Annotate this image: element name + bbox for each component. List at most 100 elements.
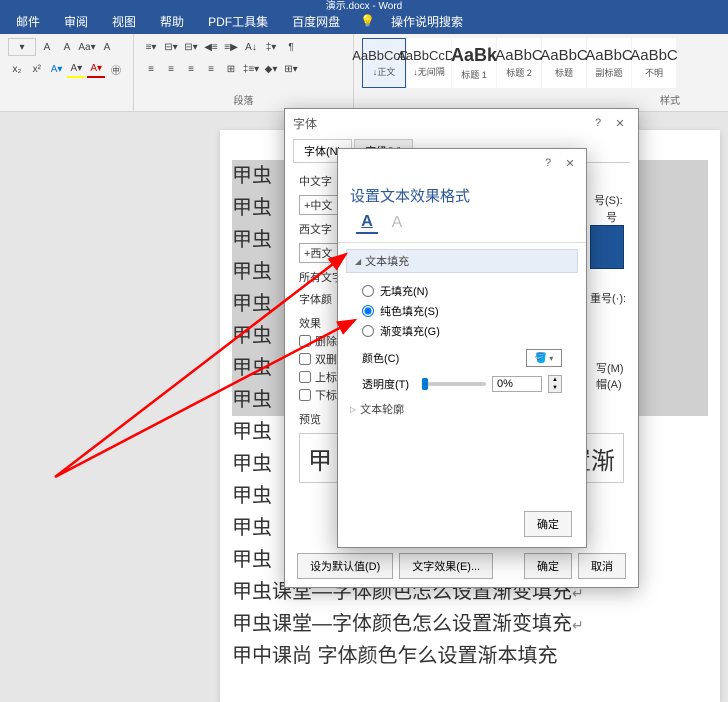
- enclose-icon[interactable]: ㊥: [107, 60, 125, 78]
- panel-help-icon[interactable]: ?: [538, 153, 558, 173]
- radio-gradient-fill[interactable]: 渐变填充(G): [362, 323, 562, 339]
- menu-pdf[interactable]: PDF工具集: [196, 9, 280, 34]
- phonetic-icon[interactable]: A: [98, 38, 116, 56]
- section-text-outline[interactable]: ▷ 文本轮廓: [338, 397, 586, 421]
- panel-title-row: ? ✕: [338, 149, 586, 177]
- default-button[interactable]: 设为默认值(D): [297, 553, 393, 579]
- slider-thumb[interactable]: [422, 378, 428, 390]
- clear-format-icon[interactable]: Aa▾: [78, 38, 96, 56]
- style-heading1[interactable]: AaBk 标题 1: [452, 38, 496, 88]
- app-title-bar: 演示.docx - Word: [0, 0, 728, 8]
- opacity-slider[interactable]: [422, 382, 486, 386]
- style-label: 不明: [645, 66, 663, 79]
- font-group-label: [8, 94, 125, 107]
- font-color-icon[interactable]: A▾: [87, 60, 105, 78]
- menu-review[interactable]: 审阅: [52, 9, 100, 34]
- label-west-font: 西文字: [299, 221, 332, 237]
- radio-no-fill[interactable]: 无填充(N): [362, 283, 562, 299]
- align-center-icon[interactable]: ≡: [162, 60, 180, 78]
- label-opacity: 透明度(T): [362, 376, 409, 392]
- size-list-sel[interactable]: [590, 225, 624, 269]
- indent-dec-icon[interactable]: ◀≡: [202, 38, 220, 56]
- style-preview: AaBbC: [630, 47, 678, 64]
- styles-gallery[interactable]: AaBbCcDc ↓正文 AaBbCcDc ↓无间隔 AaBk 标题 1 AaB…: [362, 38, 676, 90]
- sort-icon[interactable]: A↓: [242, 38, 260, 56]
- borders-icon[interactable]: ⊞▾: [282, 60, 300, 78]
- label-color: 颜色(C): [362, 350, 399, 366]
- section-text-fill[interactable]: ◢ 文本填充: [346, 249, 578, 273]
- panel-ok-button[interactable]: 确定: [524, 511, 572, 537]
- indent-inc-icon[interactable]: ≡▶: [222, 38, 240, 56]
- opacity-spinner[interactable]: ▲ ▼: [548, 375, 562, 393]
- style-no-spacing[interactable]: AaBbCcDc ↓无间隔: [407, 38, 451, 88]
- style-heading2[interactable]: AaBbC 标题 2: [497, 38, 541, 88]
- radio-solid-fill[interactable]: 纯色填充(S): [362, 303, 562, 319]
- west-font-combo[interactable]: +西文: [299, 243, 341, 263]
- label-hao: 号: [606, 209, 617, 225]
- color-picker[interactable]: 🪣 ▾: [526, 349, 562, 367]
- text-effects-button[interactable]: 文字效果(E)...: [399, 553, 493, 579]
- align-left-icon[interactable]: ≡: [142, 60, 160, 78]
- spinner-down-icon[interactable]: ▼: [549, 384, 561, 392]
- ok-button[interactable]: 确定: [524, 553, 572, 579]
- line-spacing-icon[interactable]: ‡▾: [262, 38, 280, 56]
- dialog-title-bar: 字体 ? ✕: [285, 109, 638, 137]
- style-subtitle[interactable]: AaBbC 副标题: [587, 38, 631, 88]
- cn-font-combo[interactable]: +中文: [299, 195, 341, 215]
- style-unknown[interactable]: AaBbC 不明: [632, 38, 676, 88]
- row-color: 颜色(C) 🪣 ▾: [338, 345, 586, 371]
- menu-mail[interactable]: 邮件: [4, 9, 52, 34]
- text-fill-tab-icon[interactable]: A: [356, 212, 378, 234]
- style-preview: AaBbC: [585, 47, 633, 64]
- numbering-icon[interactable]: ⊟▾: [162, 38, 180, 56]
- dialog-help-icon[interactable]: ?: [588, 113, 608, 133]
- section-outline-label: 文本轮廓: [360, 401, 404, 417]
- menu-baidu[interactable]: 百度网盘: [280, 9, 352, 34]
- cancel-button[interactable]: 取消: [578, 553, 626, 579]
- ribbon: ▾ A A Aa▾ A x₂ x² A▾ A▾ A▾ ㊥ ≡▾ ⊟▾ ⊟▾: [0, 34, 728, 112]
- label-side-m: 写(M): [596, 360, 624, 376]
- show-marks-icon[interactable]: ¶: [282, 38, 300, 56]
- tell-me-search[interactable]: 操作说明搜索: [379, 9, 475, 34]
- style-label: 副标题: [595, 66, 622, 79]
- spacing-icon[interactable]: ‡≡▾: [242, 60, 260, 78]
- distributed-icon[interactable]: ⊞: [222, 60, 240, 78]
- shrink-font-icon[interactable]: A: [58, 38, 76, 56]
- effects-dd-icon[interactable]: A▾: [48, 60, 66, 78]
- label-cn-font: 中文字: [299, 173, 332, 189]
- font-size-icon[interactable]: A: [38, 38, 56, 56]
- paint-bucket-icon: 🪣: [535, 353, 547, 364]
- label-underline: 重号(·):: [590, 290, 626, 306]
- justify-icon[interactable]: ≡: [202, 60, 220, 78]
- doc-line[interactable]: 甲虫课堂—字体颜色怎么设置渐变填充↵: [232, 608, 708, 640]
- chevron-down-icon: ▾: [549, 354, 553, 363]
- spinner-up-icon[interactable]: ▲: [549, 376, 561, 384]
- menu-help[interactable]: 帮助: [148, 9, 196, 34]
- ribbon-group-font: ▾ A A Aa▾ A x₂ x² A▾ A▾ A▾ ㊥: [0, 34, 134, 111]
- panel-title: 设置文本效果格式: [338, 177, 586, 210]
- style-label: 标题 1: [461, 68, 487, 81]
- label-preview: 预览: [299, 414, 321, 426]
- dialog-close-icon[interactable]: ✕: [610, 113, 630, 133]
- collapse-icon: ◢: [355, 257, 361, 266]
- style-title[interactable]: AaBbC 标题: [542, 38, 586, 88]
- style-preview: AaBk: [451, 45, 497, 66]
- align-right-icon[interactable]: ≡: [182, 60, 200, 78]
- expand-icon: ▷: [350, 405, 356, 414]
- menu-view[interactable]: 视图: [100, 9, 148, 34]
- panel-close-icon[interactable]: ✕: [560, 153, 580, 173]
- xline-icon[interactable]: x₂: [8, 60, 26, 78]
- panel-icon-tabs: A A: [338, 210, 586, 243]
- opacity-input[interactable]: [492, 376, 542, 392]
- style-label: 标题 2: [506, 66, 532, 79]
- menu-bar: 邮件 审阅 视图 帮助 PDF工具集 百度网盘 💡 操作说明搜索: [0, 8, 728, 34]
- highlight-icon[interactable]: A▾: [67, 60, 85, 78]
- super-icon[interactable]: x²: [28, 60, 46, 78]
- multilevel-icon[interactable]: ⊟▾: [182, 38, 200, 56]
- doc-line[interactable]: 甲中课尚 字体颜色乍么设置渐本填充: [232, 640, 708, 672]
- grow-font-icon[interactable]: ▾: [8, 38, 36, 56]
- bullets-icon[interactable]: ≡▾: [142, 38, 160, 56]
- shading-icon[interactable]: ◆▾: [262, 60, 280, 78]
- text-outline-tab-icon[interactable]: A: [386, 212, 408, 234]
- style-normal[interactable]: AaBbCcDc ↓正文: [362, 38, 406, 88]
